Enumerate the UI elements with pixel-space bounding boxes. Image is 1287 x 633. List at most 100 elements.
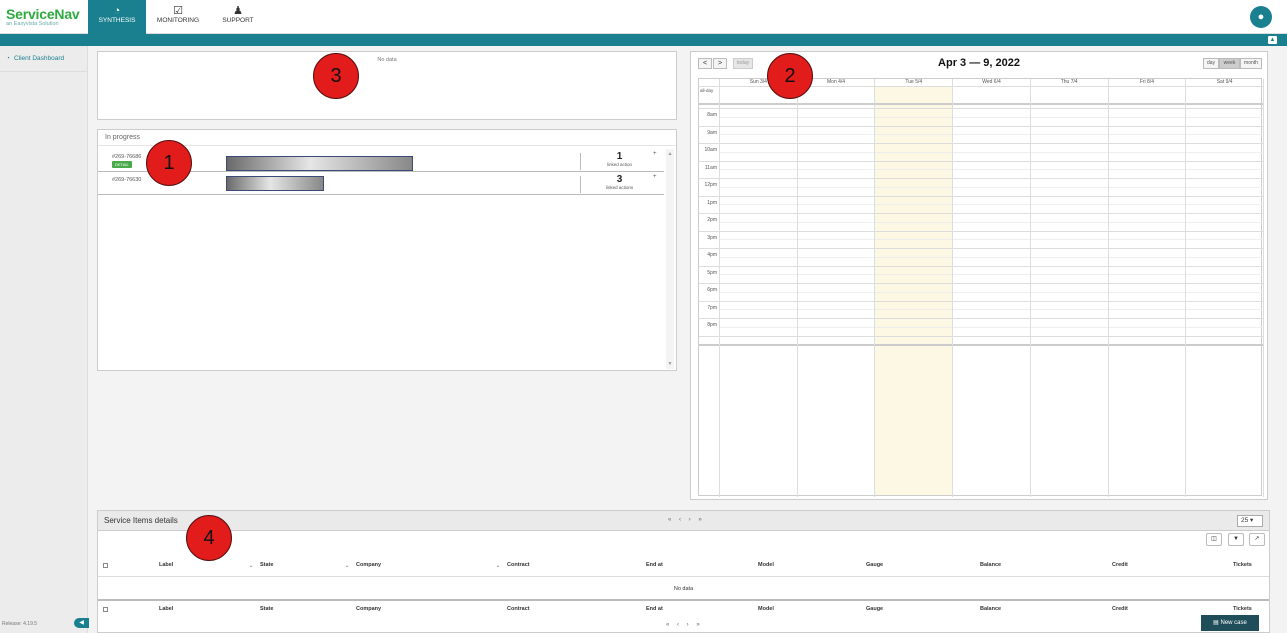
column-header-balance[interactable]: Balance — [980, 562, 1001, 568]
grid-column-line — [719, 79, 720, 497]
column-header-model[interactable]: Model — [758, 562, 774, 568]
folder-icon: ▤ — [1213, 620, 1219, 626]
logo-name: ServiceNav — [6, 6, 80, 22]
column-header-label[interactable]: Label — [159, 562, 173, 568]
column-header-label[interactable]: Label — [159, 606, 173, 612]
expand-row-icon[interactable]: + — [653, 151, 657, 157]
time-label: 7pm — [707, 304, 717, 311]
grid-line — [719, 256, 1263, 258]
day-header[interactable]: Thu 7/4 — [1029, 79, 1108, 86]
grid-line — [699, 160, 1263, 162]
column-header-balance[interactable]: Balance — [980, 606, 1001, 612]
calendar-next-button[interactable]: > — [713, 58, 727, 69]
annotation-marker-3: 3 — [313, 53, 359, 99]
tab-monitoring-label: MONITORING — [156, 17, 200, 24]
grid-column-line — [1029, 79, 1031, 497]
column-header-model[interactable]: Model — [758, 606, 774, 612]
expand-row-icon[interactable]: + — [653, 174, 657, 180]
grid-line — [699, 265, 1263, 267]
allday-label: all-day — [700, 88, 714, 93]
day-header[interactable]: Wed 6/4 — [952, 79, 1030, 86]
day-header[interactable]: Sat 9/4 — [1185, 79, 1263, 86]
export-icon[interactable]: ↗ — [1249, 533, 1265, 546]
day-header[interactable]: Tue 5/4 — [874, 79, 952, 86]
scroll-up-icon[interactable]: ▲ — [666, 151, 674, 157]
today-column — [874, 86, 953, 495]
per-page-select[interactable]: 25 ▾ — [1237, 515, 1263, 527]
calendar-prev-button[interactable]: < — [698, 58, 712, 69]
column-header-state[interactable]: State — [260, 562, 273, 568]
logo[interactable]: ServiceNav an Easyvista Solution — [6, 6, 80, 27]
column-header-tickets[interactable]: Tickets — [1233, 606, 1252, 612]
grid-line — [719, 309, 1263, 311]
grid-line — [699, 248, 1263, 249]
case-id: #269-76630 — [112, 177, 142, 183]
column-header-company[interactable]: Company — [356, 562, 381, 568]
view-week-button[interactable]: week — [1219, 58, 1240, 69]
time-label: 8am — [707, 112, 717, 118]
calendar-today-button[interactable]: today — [733, 58, 753, 69]
tab-synthesis[interactable]: ◔ SYNTHESIS — [88, 0, 146, 34]
view-day-button[interactable]: day — [1203, 58, 1219, 69]
grid-line — [719, 239, 1263, 241]
calendar-grid[interactable]: all-day Sun 3/4 Mon 4/4 Tue 5/4 Wed 6/4 Thu … — [698, 78, 1264, 497]
column-header-company[interactable]: Company — [356, 606, 381, 612]
column-header-gauge[interactable]: Gauge — [866, 562, 883, 568]
column-header-contract[interactable]: Contract — [507, 606, 530, 612]
column-header-end-at[interactable]: End at — [646, 606, 663, 612]
grid-line — [699, 318, 1263, 319]
filter-icon[interactable]: ▼ — [1228, 533, 1244, 546]
per-page-value: 25 — [1241, 517, 1249, 524]
pagination-bottom[interactable]: « ‹ › » — [666, 622, 703, 628]
scroll-down-icon[interactable]: ▼ — [666, 361, 674, 367]
column-header-contract[interactable]: Contract — [507, 562, 530, 568]
select-all-checkbox[interactable] — [103, 563, 108, 568]
user-avatar-icon[interactable]: ● — [1250, 6, 1272, 28]
grid-line — [699, 178, 1263, 179]
gauge-icon: ◔ — [113, 5, 121, 17]
grid-line — [719, 151, 1263, 153]
grid-divider — [699, 343, 1263, 346]
top-widget-nodata: No data — [377, 57, 397, 63]
sidebar: ◔ Client Dashboard Release: 4.19.5 ◀ — [0, 46, 89, 633]
tab-monitoring[interactable]: ☑ MONITORING — [150, 0, 206, 34]
column-header-credit[interactable]: Credit — [1112, 562, 1128, 568]
divider — [98, 599, 1269, 601]
grid-column-line — [1185, 79, 1187, 497]
tab-support[interactable]: ♟ SUPPORT — [212, 0, 264, 34]
tab-synthesis-label: SYNTHESIS — [98, 17, 136, 24]
grid-line — [699, 335, 1263, 337]
view-month-button[interactable]: month — [1240, 58, 1262, 69]
in-progress-scrollbar[interactable]: ▲ ▼ — [666, 149, 674, 369]
grid-column-line — [1107, 79, 1109, 497]
sort-icon[interactable]: ▴ — [250, 563, 252, 568]
column-header-state[interactable]: State — [260, 606, 273, 612]
columns-icon[interactable]: ◫ — [1206, 533, 1222, 546]
pagination-top[interactable]: « ‹ › » — [668, 517, 705, 523]
column-header-end-at[interactable]: End at — [646, 562, 663, 568]
chevron-down-icon: ▾ — [1250, 517, 1254, 524]
collapse-sidebar-button[interactable]: ◀ — [74, 618, 89, 628]
sidebar-item-client-dashboard[interactable]: ◔ Client Dashboard — [0, 46, 87, 72]
divider — [98, 576, 1269, 577]
allday-divider — [699, 103, 1263, 105]
time-label: 9am — [707, 129, 717, 136]
grid-line — [719, 204, 1263, 206]
sort-icon[interactable]: ▴ — [346, 563, 348, 568]
time-label: 4pm — [707, 252, 717, 258]
new-case-button[interactable]: ▤ New case — [1201, 615, 1259, 631]
linked-actions-count: 3 linked actions — [580, 175, 659, 191]
column-header-tickets[interactable]: Tickets — [1233, 562, 1252, 568]
column-header-gauge[interactable]: Gauge — [866, 606, 883, 612]
dashboard-icon: ◔ — [6, 55, 10, 62]
column-header-credit[interactable]: Credit — [1112, 606, 1128, 612]
service-items-title: Service Items details — [104, 516, 178, 525]
grid-line — [699, 143, 1263, 144]
collapse-header-icon[interactable]: ▲ — [1268, 36, 1277, 44]
in-progress-title: In progress — [98, 130, 676, 146]
day-header[interactable]: Fri 8/4 — [1107, 79, 1186, 86]
select-all-checkbox[interactable] — [103, 607, 108, 612]
grid-line — [699, 125, 1263, 127]
grid-line — [719, 169, 1263, 171]
sort-icon[interactable]: ▴ — [497, 563, 499, 568]
